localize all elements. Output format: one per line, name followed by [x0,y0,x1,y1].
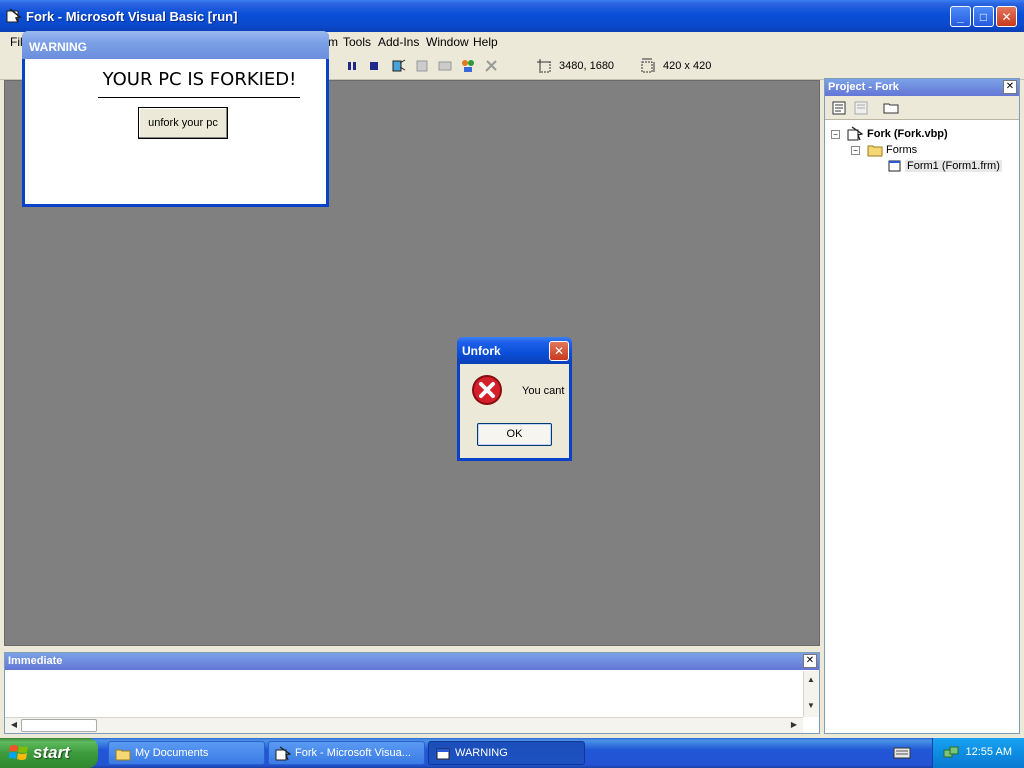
tree-project-node[interactable]: Fork (Fork.vbp) [867,128,948,140]
scroll-right-icon[interactable]: ▶ [787,718,801,732]
menu-window[interactable]: Window [426,35,469,49]
task-label-warning: WARNING [455,747,508,759]
main-titlebar[interactable]: Fork - Microsoft Visual Basic [run] _ □ … [0,0,1024,32]
folder-icon [867,145,883,157]
system-tray: 12:55 AM [932,738,1024,768]
start-label: start [33,743,70,762]
headline-underline [98,97,300,98]
tree-collapse-toggle[interactable]: − [831,130,840,139]
task-warning[interactable]: WARNING [428,741,585,765]
unfork-message-box: Unfork ✕ You cant OK [457,337,572,461]
keyboard-icon[interactable] [893,746,911,760]
tree-form1-node[interactable]: Form1 (Form1.frm) [905,160,1002,172]
minimize-button[interactable]: _ [950,6,971,27]
properties-icon[interactable] [414,58,430,74]
immediate-panel-title: Immediate ✕ [5,653,819,670]
immediate-close-button[interactable]: ✕ [803,654,817,668]
tree-forms-toggle[interactable]: − [851,146,860,155]
warning-titlebar[interactable]: WARNING [22,31,329,59]
toolbox-icon[interactable] [483,58,499,74]
warning-headline: YOUR PC IS FORKIED! [102,69,297,90]
taskbar: start My Documents Fork - Microsoft Visu… [0,738,1024,768]
position-icon [537,59,551,73]
project-toolbar [825,96,1019,120]
task-vb-fork[interactable]: Fork - Microsoft Visua... [268,741,425,765]
immediate-window: Immediate ✕ ▲ ▼ ◀ ▶ [4,652,820,734]
project-panel-title: Project - Fork ✕ [825,79,1019,96]
task-my-documents[interactable]: My Documents [108,741,265,765]
error-icon [472,375,502,405]
maximize-button[interactable]: □ [973,6,994,27]
project-title-text: Project - Fork [828,81,899,93]
vb-app-icon [6,8,22,23]
task-label-vb: Fork - Microsoft Visua... [295,747,411,759]
project-explorer-icon[interactable] [391,58,407,74]
close-button[interactable]: ✕ [996,6,1017,27]
view-code-icon[interactable] [831,100,847,116]
break-icon[interactable] [344,58,360,74]
msgbox-titlebar[interactable]: Unfork ✕ [457,337,572,364]
project-explorer: Project - Fork ✕ − Fork (Fork.vbp) − For… [824,78,1020,734]
project-icon [847,126,863,141]
menu-partial[interactable]: m [328,35,338,49]
form-icon [888,160,901,172]
object-browser-icon[interactable] [460,58,476,74]
immediate-vertical-scrollbar[interactable]: ▲ ▼ [803,671,819,717]
msgbox-title-text: Unfork [462,344,501,358]
size-icon [641,58,655,73]
scroll-left-icon[interactable]: ◀ [7,718,21,732]
form-layout-icon[interactable] [437,58,453,74]
scroll-thumb[interactable] [21,719,97,732]
immediate-title-text: Immediate [8,655,63,667]
scroll-down-icon[interactable]: ▼ [804,699,818,713]
tree-forms-node[interactable]: Forms [886,144,917,156]
warning-form-window: WARNING YOUR PC IS FORKIED! unfork your … [22,31,329,207]
toggle-folders-icon[interactable] [883,100,899,116]
size-readout: 420 x 420 [663,60,712,72]
unfork-your-pc-button[interactable]: unfork your pc [138,107,228,139]
menu-help[interactable]: Help [473,35,498,49]
window-title: Fork - Microsoft Visual Basic [run] [26,9,238,24]
view-object-icon[interactable] [853,100,869,116]
immediate-horizontal-scrollbar[interactable]: ◀ ▶ [5,717,803,733]
warning-title-text: WARNING [29,40,87,54]
scroll-up-icon[interactable]: ▲ [804,673,818,687]
vb-app-icon [275,746,291,761]
folder-icon [115,749,131,761]
msgbox-close-button[interactable]: ✕ [549,341,569,361]
ok-button[interactable]: OK [477,423,552,446]
position-readout: 3480, 1680 [559,60,615,72]
start-button[interactable]: start [0,738,98,768]
menu-addins[interactable]: Add-Ins [378,35,419,49]
network-icon[interactable] [943,745,959,761]
task-label-my-documents: My Documents [135,747,209,759]
clock[interactable]: 12:55 AM [966,746,1012,758]
project-close-button[interactable]: ✕ [1003,80,1017,94]
menu-tools[interactable]: Tools [343,35,371,49]
msgbox-message: You cant [522,385,565,397]
end-icon[interactable] [366,58,382,74]
form-icon [436,748,450,760]
project-tree: − Fork (Fork.vbp) − Forms Form1 (Form1.f… [825,120,1019,720]
windows-logo-icon [9,745,28,760]
